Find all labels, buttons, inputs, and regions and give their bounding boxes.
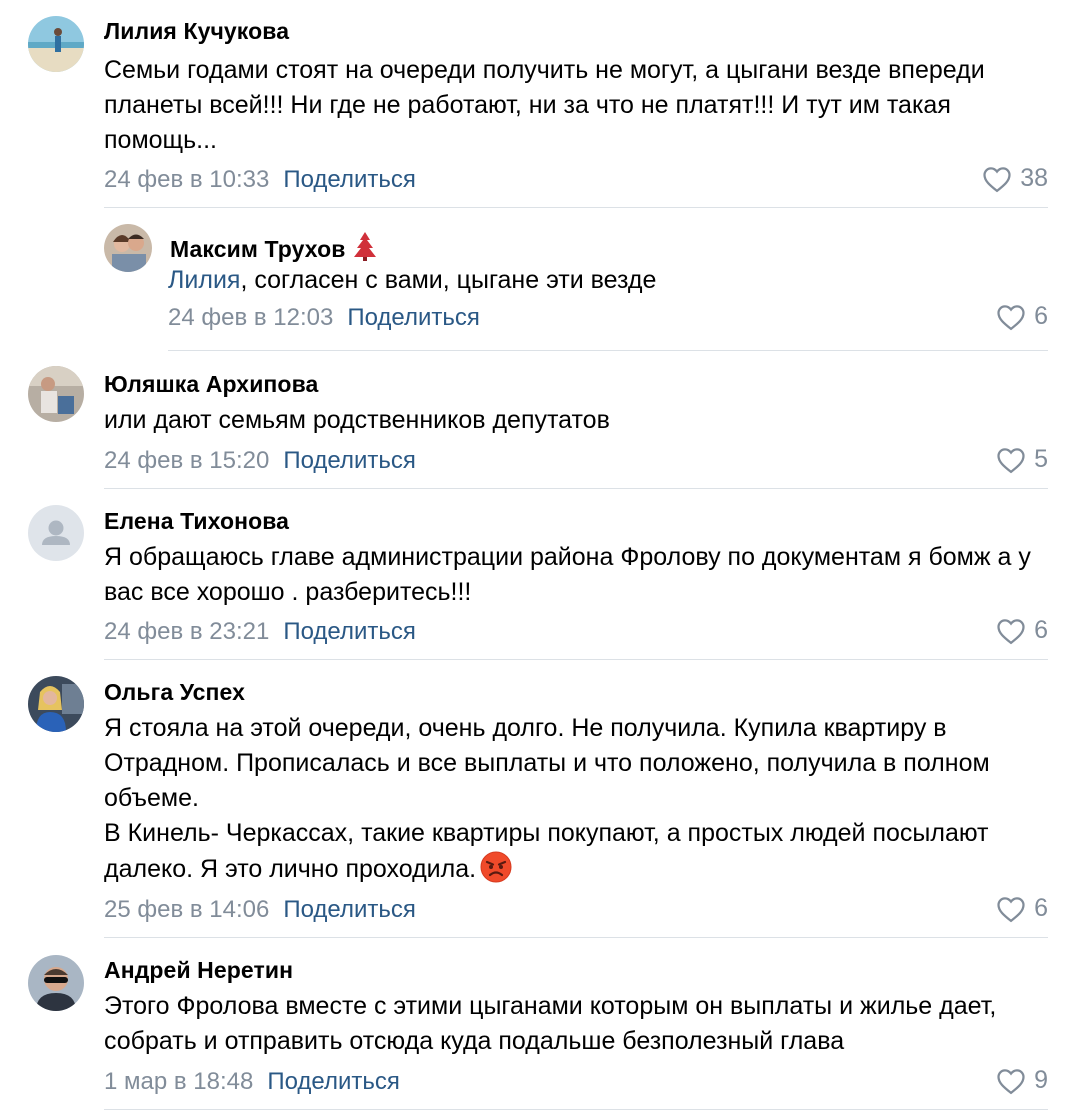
like-count: 9 — [1034, 1066, 1048, 1094]
comment-author[interactable]: Андрей Неретин — [104, 957, 293, 984]
divider — [104, 1109, 1048, 1110]
avatar[interactable] — [28, 955, 84, 1011]
comment: Андрей Неретин Этого Фролова вместе с эт… — [0, 0, 1082, 1120]
like-button[interactable]: 9 — [996, 1066, 1048, 1095]
comment-meta: 1 мар в 18:48 Поделиться — [104, 1068, 400, 1096]
heart-outline-icon — [997, 1068, 1025, 1094]
share-button[interactable]: Поделиться — [267, 1068, 400, 1095]
comment-text: Этого Фролова вместе с этими цыганами ко… — [104, 989, 1044, 1059]
comment-date[interactable]: 1 мар в 18:48 — [104, 1068, 253, 1095]
comment-paragraph: Этого Фролова вместе с этими цыганами ко… — [104, 992, 997, 1055]
